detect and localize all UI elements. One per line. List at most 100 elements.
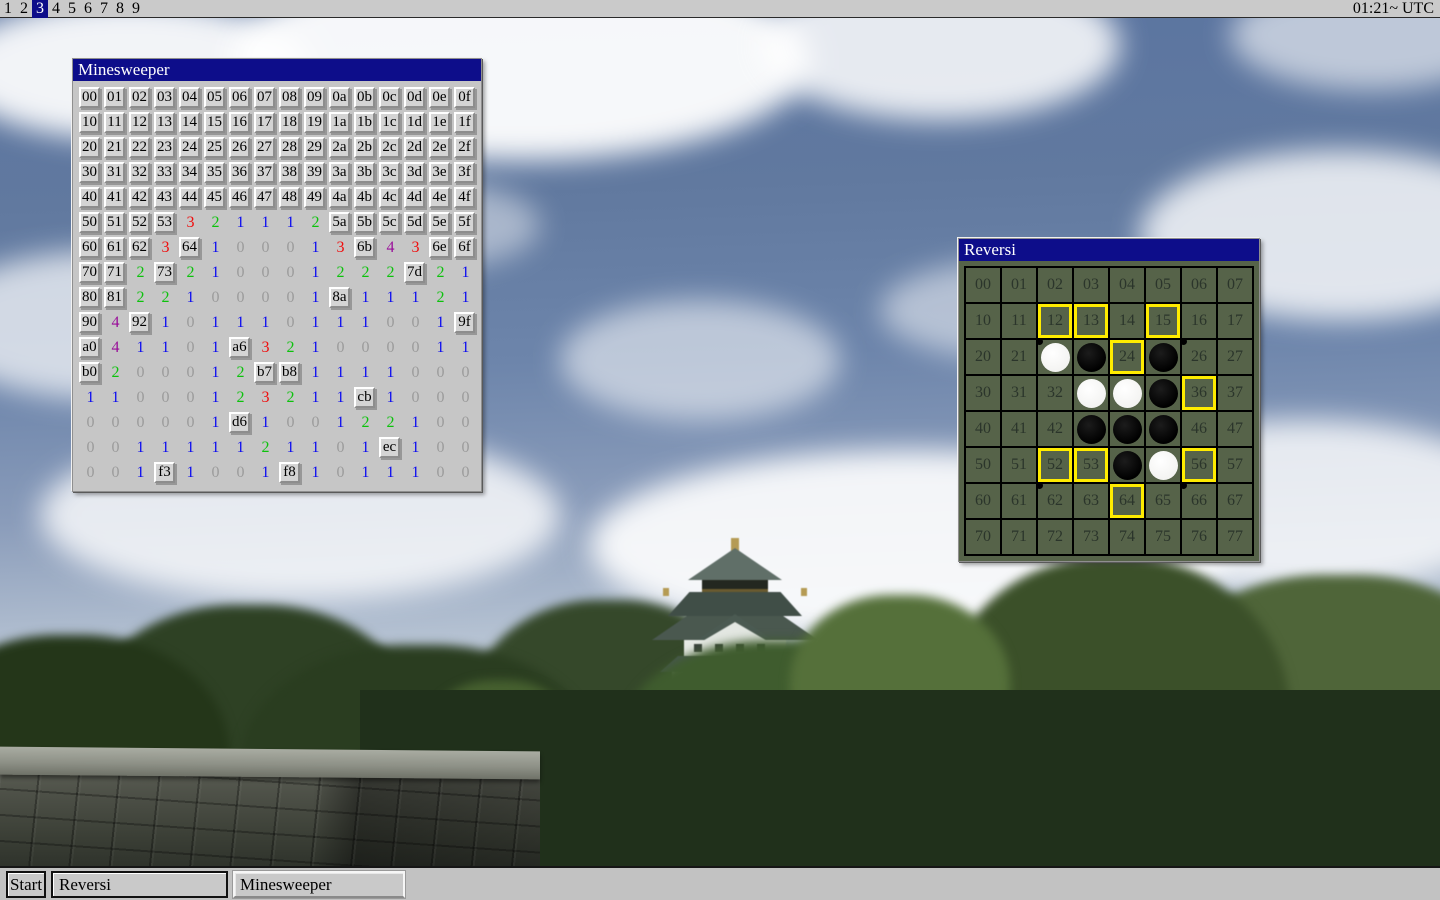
minesweeper-cell-button-0a[interactable]: 0a [329, 87, 350, 108]
minesweeper-cell-button-5a[interactable]: 5a [329, 212, 350, 233]
minesweeper-cell-button-0f[interactable]: 0f [454, 87, 475, 108]
minesweeper-cell-button-31[interactable]: 31 [104, 162, 125, 183]
minesweeper-cell-button-4a[interactable]: 4a [329, 187, 350, 208]
minesweeper-cell-button-3e[interactable]: 3e [429, 162, 450, 183]
minesweeper-cell-button-3f[interactable]: 3f [454, 162, 475, 183]
reversi-cell-31[interactable]: 31 [1002, 376, 1036, 410]
reversi-cell-01[interactable]: 01 [1002, 268, 1036, 302]
minesweeper-cell-button-8a[interactable]: 8a [329, 287, 350, 308]
minesweeper-cell-button-90[interactable]: 90 [79, 312, 100, 333]
minesweeper-cell-button-5b[interactable]: 5b [354, 212, 375, 233]
minesweeper-cell-button-73[interactable]: 73 [154, 262, 175, 283]
minesweeper-cell-button-4d[interactable]: 4d [404, 187, 425, 208]
minesweeper-cell-button-5c[interactable]: 5c [379, 212, 400, 233]
reversi-cell-05[interactable]: 05 [1146, 268, 1180, 302]
reversi-cell-53[interactable]: 53 [1074, 448, 1108, 482]
start-button[interactable]: Start [6, 871, 46, 898]
minesweeper-cell-button-2a[interactable]: 2a [329, 137, 350, 158]
reversi-cell-72[interactable]: 72 [1038, 520, 1072, 554]
minesweeper-cell-button-40[interactable]: 40 [79, 187, 100, 208]
minesweeper-cell-button-1f[interactable]: 1f [454, 112, 475, 133]
minesweeper-cell-button-2c[interactable]: 2c [379, 137, 400, 158]
reversi-titlebar[interactable]: Reversi [959, 239, 1259, 261]
minesweeper-cell-button-51[interactable]: 51 [104, 212, 125, 233]
minesweeper-cell-button-19[interactable]: 19 [304, 112, 325, 133]
reversi-cell-02[interactable]: 02 [1038, 268, 1072, 302]
reversi-cell-06[interactable]: 06 [1182, 268, 1216, 302]
reversi-cell-11[interactable]: 11 [1002, 304, 1036, 338]
reversi-cell-12[interactable]: 12 [1038, 304, 1072, 338]
minesweeper-cell-button-b7[interactable]: b7 [254, 362, 275, 383]
minesweeper-cell-button-6e[interactable]: 6e [429, 237, 450, 258]
reversi-cell-77[interactable]: 77 [1218, 520, 1252, 554]
reversi-cell-21[interactable]: 21 [1002, 340, 1036, 374]
minesweeper-cell-button-4c[interactable]: 4c [379, 187, 400, 208]
workspace-7[interactable]: 7 [96, 0, 112, 18]
workspace-9[interactable]: 9 [128, 0, 144, 18]
reversi-cell-34[interactable] [1110, 376, 1144, 410]
minesweeper-cell-button-6b[interactable]: 6b [354, 237, 375, 258]
minesweeper-cell-button-36[interactable]: 36 [229, 162, 250, 183]
reversi-cell-07[interactable]: 07 [1218, 268, 1252, 302]
workspace-1[interactable]: 1 [0, 0, 16, 18]
minesweeper-cell-button-b0[interactable]: b0 [79, 362, 100, 383]
reversi-cell-54[interactable] [1110, 448, 1144, 482]
minesweeper-cell-button-24[interactable]: 24 [179, 137, 200, 158]
minesweeper-cell-button-92[interactable]: 92 [129, 312, 150, 333]
reversi-cell-16[interactable]: 16 [1182, 304, 1216, 338]
minesweeper-cell-button-1a[interactable]: 1a [329, 112, 350, 133]
reversi-cell-27[interactable]: 27 [1218, 340, 1252, 374]
minesweeper-cell-button-37[interactable]: 37 [254, 162, 275, 183]
minesweeper-cell-button-46[interactable]: 46 [229, 187, 250, 208]
reversi-cell-20[interactable]: 20 [966, 340, 1000, 374]
reversi-cell-50[interactable]: 50 [966, 448, 1000, 482]
minesweeper-cell-button-3d[interactable]: 3d [404, 162, 425, 183]
reversi-cell-40[interactable]: 40 [966, 412, 1000, 446]
minesweeper-cell-button-53[interactable]: 53 [154, 212, 175, 233]
reversi-cell-73[interactable]: 73 [1074, 520, 1108, 554]
minesweeper-cell-button-42[interactable]: 42 [129, 187, 150, 208]
minesweeper-cell-button-18[interactable]: 18 [279, 112, 300, 133]
minesweeper-cell-button-44[interactable]: 44 [179, 187, 200, 208]
minesweeper-cell-button-03[interactable]: 03 [154, 87, 175, 108]
minesweeper-cell-button-ec[interactable]: ec [379, 437, 400, 458]
taskbar-item-minesweeper[interactable]: Minesweeper [233, 871, 405, 898]
minesweeper-titlebar[interactable]: Minesweeper [73, 59, 481, 81]
minesweeper-cell-button-80[interactable]: 80 [79, 287, 100, 308]
reversi-cell-67[interactable]: 67 [1218, 484, 1252, 518]
minesweeper-cell-button-5d[interactable]: 5d [404, 212, 425, 233]
minesweeper-cell-button-20[interactable]: 20 [79, 137, 100, 158]
minesweeper-cell-button-22[interactable]: 22 [129, 137, 150, 158]
minesweeper-cell-button-15[interactable]: 15 [204, 112, 225, 133]
reversi-cell-43[interactable] [1074, 412, 1108, 446]
minesweeper-cell-button-39[interactable]: 39 [304, 162, 325, 183]
minesweeper-cell-button-00[interactable]: 00 [79, 87, 100, 108]
minesweeper-cell-button-1b[interactable]: 1b [354, 112, 375, 133]
minesweeper-cell-button-38[interactable]: 38 [279, 162, 300, 183]
minesweeper-cell-button-0b[interactable]: 0b [354, 87, 375, 108]
reversi-cell-30[interactable]: 30 [966, 376, 1000, 410]
reversi-cell-10[interactable]: 10 [966, 304, 1000, 338]
minesweeper-cell-button-05[interactable]: 05 [204, 87, 225, 108]
minesweeper-cell-button-3c[interactable]: 3c [379, 162, 400, 183]
reversi-cell-32[interactable]: 32 [1038, 376, 1072, 410]
reversi-cell-76[interactable]: 76 [1182, 520, 1216, 554]
reversi-cell-55[interactable] [1146, 448, 1180, 482]
reversi-cell-13[interactable]: 13 [1074, 304, 1108, 338]
minesweeper-cell-button-06[interactable]: 06 [229, 87, 250, 108]
minesweeper-cell-button-60[interactable]: 60 [79, 237, 100, 258]
minesweeper-cell-button-0c[interactable]: 0c [379, 87, 400, 108]
reversi-cell-60[interactable]: 60 [966, 484, 1000, 518]
workspace-2[interactable]: 2 [16, 0, 32, 18]
minesweeper-cell-button-52[interactable]: 52 [129, 212, 150, 233]
reversi-cell-37[interactable]: 37 [1218, 376, 1252, 410]
reversi-cell-24[interactable]: 24 [1110, 340, 1144, 374]
minesweeper-cell-button-25[interactable]: 25 [204, 137, 225, 158]
minesweeper-cell-button-07[interactable]: 07 [254, 87, 275, 108]
minesweeper-cell-button-0d[interactable]: 0d [404, 87, 425, 108]
workspace-4[interactable]: 4 [48, 0, 64, 18]
reversi-cell-22[interactable] [1038, 340, 1072, 374]
minesweeper-cell-button-23[interactable]: 23 [154, 137, 175, 158]
minesweeper-cell-button-29[interactable]: 29 [304, 137, 325, 158]
minesweeper-cell-button-b8[interactable]: b8 [279, 362, 300, 383]
